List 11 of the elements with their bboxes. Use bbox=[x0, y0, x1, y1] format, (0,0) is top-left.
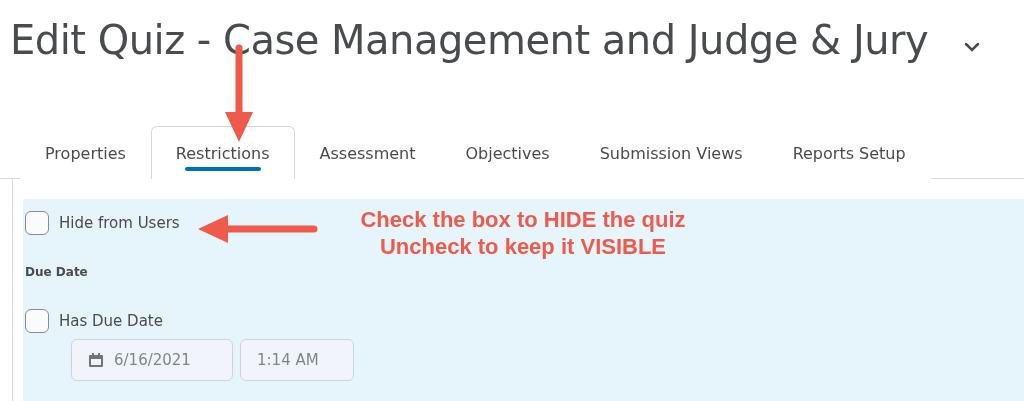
left-arrow-icon bbox=[196, 214, 318, 244]
annotation-text: Check the box to HIDE the quiz Uncheck to keep it VISIBLE bbox=[359, 206, 687, 260]
checkbox[interactable] bbox=[25, 211, 49, 235]
checkbox-label: Has Due Date bbox=[59, 312, 163, 330]
tab[interactable]: Restrictions bbox=[150, 126, 295, 179]
calendar-icon bbox=[88, 352, 104, 368]
section-heading: Due Date bbox=[25, 265, 89, 279]
checkbox[interactable] bbox=[25, 309, 49, 333]
checkbox-label: Hide from Users bbox=[59, 214, 180, 232]
page-title: Edit Quiz - Case Management and Judge & Jury bbox=[10, 17, 929, 63]
chevron-down-icon[interactable] bbox=[964, 42, 981, 52]
